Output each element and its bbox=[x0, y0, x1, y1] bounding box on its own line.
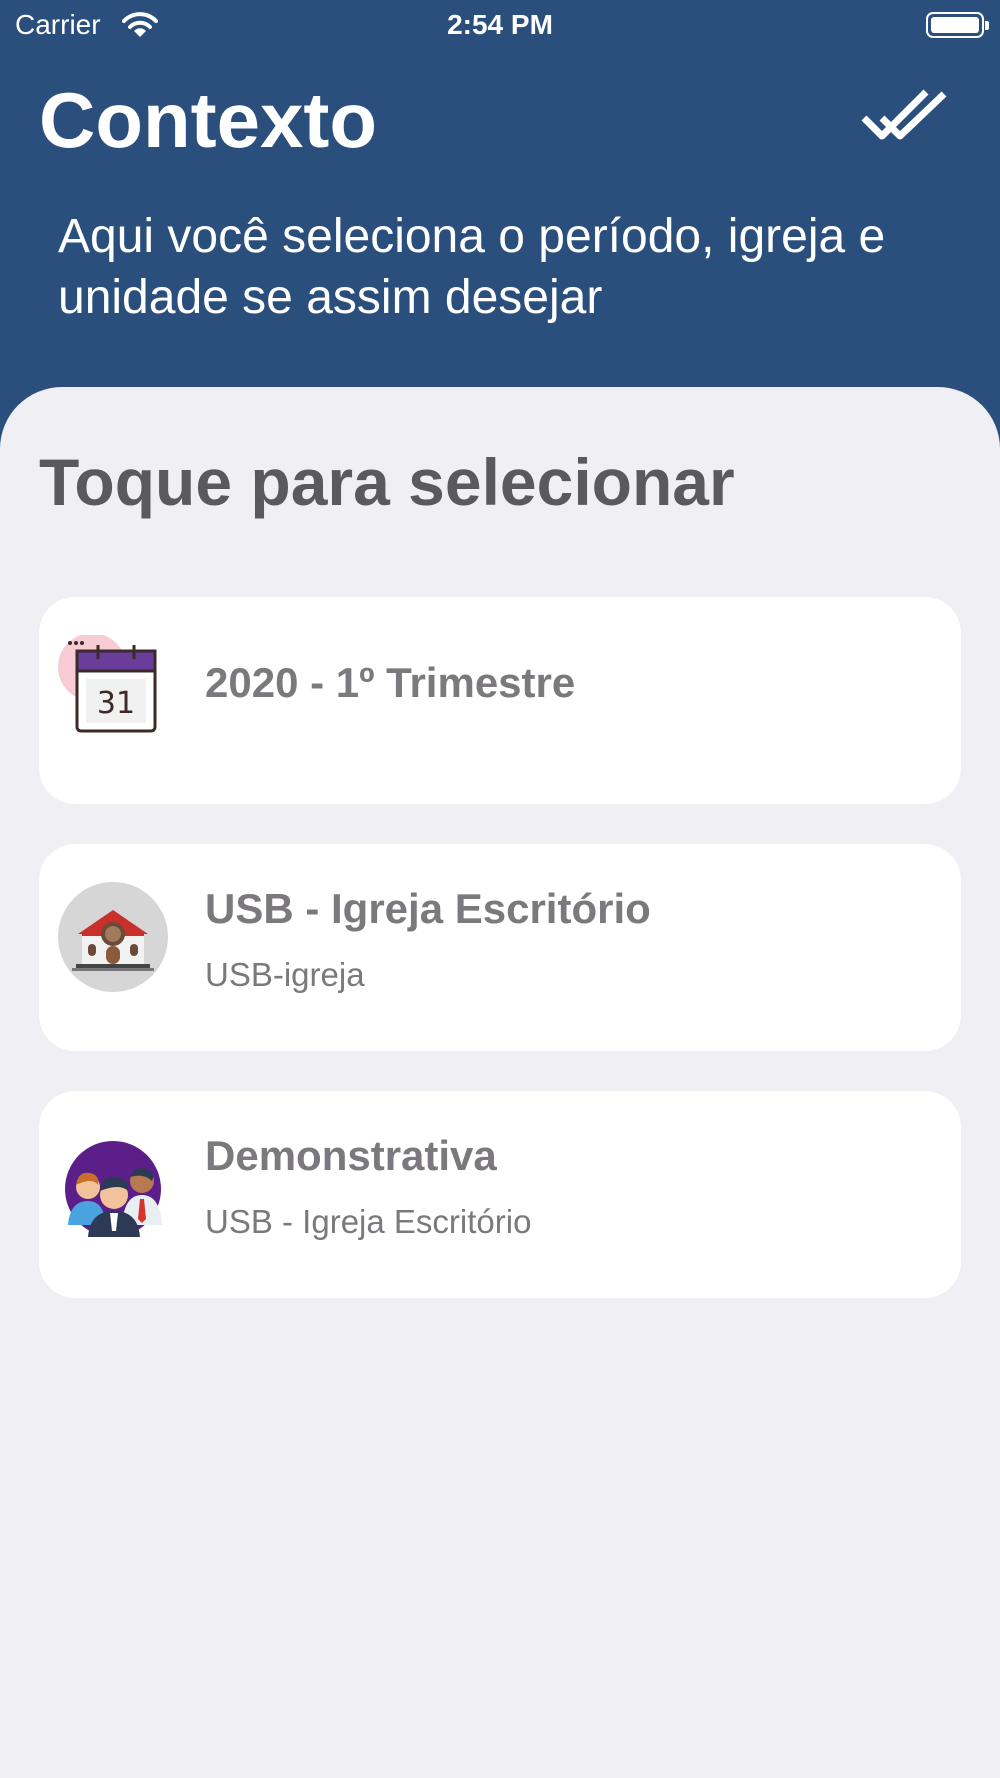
double-check-icon bbox=[861, 89, 947, 140]
section-title: Toque para selecionar bbox=[39, 445, 735, 519]
church-card[interactable]: USB - Igreja Escritório USB-igreja bbox=[39, 844, 961, 1051]
unit-subtitle: USB - Igreja Escritório bbox=[205, 1203, 532, 1240]
unit-title: Demonstrativa bbox=[205, 1132, 497, 1179]
svg-text:31: 31 bbox=[97, 686, 135, 721]
header-subtitle: Aqui você seleciona o período, igreja e … bbox=[58, 210, 886, 324]
unit-card[interactable]: Demonstrativa USB - Igreja Escritório bbox=[39, 1091, 961, 1298]
status-bar: Carrier 2:54 PM bbox=[0, 0, 1000, 50]
confirm-button[interactable] bbox=[860, 84, 950, 144]
church-icon bbox=[58, 882, 168, 992]
period-card[interactable]: 31 2020 - 1º Trimestre bbox=[39, 597, 961, 804]
people-group-icon bbox=[58, 1129, 168, 1239]
battery-icon bbox=[926, 12, 989, 38]
selection-sheet: Toque para selecionar 31 2020 - 1º Trime… bbox=[0, 387, 1000, 1778]
status-time: 2:54 PM bbox=[447, 9, 553, 40]
church-title: USB - Igreja Escritório bbox=[205, 885, 651, 932]
church-subtitle: USB-igreja bbox=[205, 956, 365, 993]
period-title: 2020 - 1º Trimestre bbox=[205, 659, 576, 706]
page-title: Contexto bbox=[39, 76, 377, 164]
calendar-icon: 31 bbox=[58, 635, 168, 745]
